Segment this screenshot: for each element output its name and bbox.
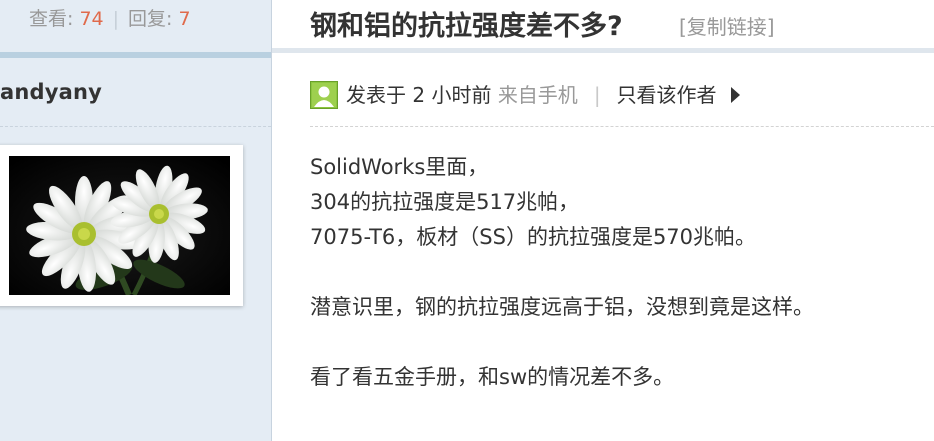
thread-header: 钢和铝的抗拉强度差不多? [复制链接]	[272, 0, 934, 53]
avatar[interactable]	[9, 156, 230, 295]
thread-title: 钢和铝的抗拉强度差不多?	[310, 11, 623, 42]
thread-stats: 查看: 74 | 回复: 7	[0, 0, 271, 52]
stats-separator: |	[112, 8, 120, 30]
author-username[interactable]: andyany	[0, 80, 102, 104]
replies-count: 7	[178, 8, 191, 30]
author-only-link[interactable]: 只看该作者	[617, 83, 717, 107]
post-main: 钢和铝的抗拉强度差不多? [复制链接] 发表于 2 小时前 来自手机 | 只看该作者…	[272, 0, 934, 441]
post-meta: 发表于 2 小时前 来自手机 | 只看该作者	[310, 80, 740, 110]
posted-time: 2 小时前	[412, 83, 492, 107]
post-body: SolidWorks里面， 304的抗拉强度是517兆帕， 7075-T6，板材…	[310, 150, 930, 395]
post-line: 304的抗拉强度是517兆帕，	[310, 190, 580, 214]
author-avatar-frame[interactable]	[0, 145, 243, 306]
sidebar-divider	[0, 52, 271, 58]
post-source: 来自手机	[497, 83, 578, 107]
sidebar-dashed-divider	[0, 126, 271, 127]
flower-avatar-image	[9, 156, 230, 295]
triangle-right-icon[interactable]	[730, 86, 740, 103]
author-sidebar: 查看: 74 | 回复: 7 andyany	[0, 0, 272, 441]
views-label: 查看:	[29, 8, 74, 30]
user-icon[interactable]	[310, 80, 338, 109]
replies-label: 回复:	[128, 8, 173, 30]
posted-prefix: 发表于	[346, 83, 406, 107]
post-line: 潜意识里，钢的抗拉强度远高于铝，没想到竟是这样。	[310, 295, 814, 319]
meta-separator: |	[593, 83, 601, 107]
post-line: 看了看五金手册，和sw的情况差不多。	[310, 365, 675, 389]
post-line: 7075-T6，板材（SS）的抗拉强度是570兆帕。	[310, 225, 757, 249]
meta-dashed-divider	[310, 126, 934, 127]
views-count: 74	[79, 8, 104, 30]
copy-link-button[interactable]: [复制链接]	[679, 11, 775, 40]
post-line: SolidWorks里面，	[310, 155, 489, 179]
